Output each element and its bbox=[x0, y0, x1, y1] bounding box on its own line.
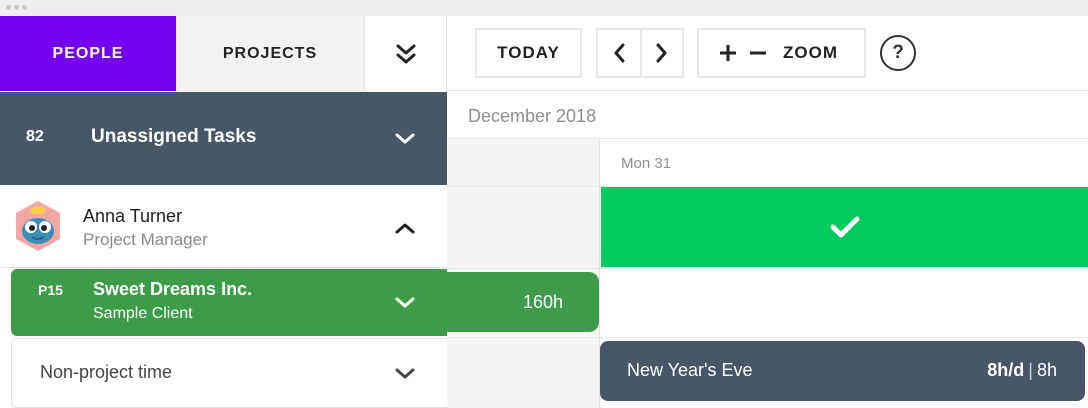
unassigned-tasks-row[interactable]: 82 Unassigned Tasks bbox=[0, 92, 447, 185]
holiday-name: New Year's Eve bbox=[627, 360, 753, 380]
person-row[interactable]: Anna Turner Project Manager bbox=[0, 186, 447, 268]
month-label: December 2018 bbox=[468, 106, 597, 126]
prev-button[interactable] bbox=[598, 30, 640, 76]
today-label: TODAY bbox=[497, 43, 560, 62]
project-hours: 160h bbox=[522, 291, 564, 312]
collapse-person-button[interactable] bbox=[393, 216, 417, 240]
tab-people-label: PEOPLE bbox=[52, 44, 124, 62]
project-client: Sample Client bbox=[93, 305, 193, 322]
window-titlebar bbox=[0, 0, 1088, 16]
holiday-rate-per-day: 8h/d bbox=[987, 360, 1025, 380]
minus-icon bbox=[750, 51, 766, 55]
chevron-up-icon bbox=[395, 223, 415, 234]
holiday-total: 8h bbox=[1036, 360, 1057, 380]
expand-unassigned-button[interactable] bbox=[393, 127, 417, 151]
zoom-in-button[interactable] bbox=[713, 44, 743, 62]
holiday-separator: | bbox=[1028, 360, 1033, 380]
project-code: P15 bbox=[38, 282, 63, 298]
question-icon: ? bbox=[892, 42, 904, 63]
window-dot bbox=[22, 5, 27, 10]
tab-projects-label: PROJECTS bbox=[222, 44, 318, 62]
project-name: Sweet Dreams Inc. bbox=[93, 279, 253, 299]
zoom-label: ZOOM bbox=[783, 43, 838, 62]
plus-icon bbox=[720, 45, 736, 61]
collapse-all-button[interactable] bbox=[364, 16, 447, 91]
person-role: Project Manager bbox=[83, 230, 208, 249]
month-header: December 2018 bbox=[447, 92, 1088, 139]
person-name: Anna Turner bbox=[83, 206, 183, 226]
expand-non-project-button[interactable] bbox=[393, 362, 417, 386]
toolbar: TODAY ZOOM ? bbox=[447, 16, 1088, 91]
chevron-down-icon bbox=[395, 133, 415, 144]
today-button[interactable]: TODAY bbox=[475, 28, 582, 78]
chevron-down-icon bbox=[395, 297, 415, 308]
expand-project-button[interactable] bbox=[393, 291, 417, 315]
zoom-control: ZOOM bbox=[697, 28, 866, 78]
non-project-label: Non-project time bbox=[40, 362, 173, 382]
availability-block[interactable] bbox=[601, 187, 1088, 267]
holiday-rate: 8h/d | 8h bbox=[987, 360, 1057, 381]
chevron-right-icon bbox=[656, 43, 667, 63]
tab-people[interactable]: PEOPLE bbox=[0, 16, 176, 91]
next-button[interactable] bbox=[639, 30, 682, 76]
row-divider bbox=[447, 337, 1088, 338]
non-project-time-row[interactable]: Non-project time bbox=[11, 338, 447, 408]
zoom-out-button[interactable] bbox=[743, 44, 773, 62]
left-pane: PEOPLE PROJECTS 82 Unassigned Tasks Anna… bbox=[0, 16, 447, 408]
unassigned-title: Unassigned Tasks bbox=[91, 126, 257, 147]
row-divider bbox=[447, 268, 1088, 269]
date-nav bbox=[596, 28, 684, 78]
chevron-down-icon bbox=[395, 368, 415, 379]
double-chevron-down-icon bbox=[396, 44, 415, 63]
checkmark-icon bbox=[830, 216, 859, 238]
avatar bbox=[16, 201, 60, 251]
project-row[interactable]: P15 Sweet Dreams Inc. Sample Client bbox=[11, 269, 447, 336]
day-label: Mon 31 bbox=[621, 155, 672, 172]
holiday-block[interactable]: New Year's Eve 8h/d | 8h bbox=[600, 341, 1085, 401]
day-header: Mon 31 bbox=[447, 139, 1088, 187]
tab-projects[interactable]: PROJECTS bbox=[176, 16, 364, 91]
window-dot bbox=[6, 5, 11, 10]
window-dot bbox=[14, 5, 19, 10]
schedule-pane: TODAY ZOOM ? December 2018 Mon 31 160h N… bbox=[447, 16, 1088, 408]
unassigned-count: 82 bbox=[26, 128, 44, 145]
chevron-left-icon bbox=[614, 43, 625, 63]
project-hours-bar[interactable]: 160h bbox=[447, 272, 599, 332]
help-button[interactable]: ? bbox=[880, 35, 916, 71]
